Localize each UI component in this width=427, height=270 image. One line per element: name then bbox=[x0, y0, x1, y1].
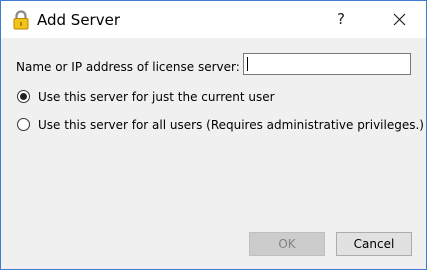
radio-button-selected[interactable] bbox=[17, 90, 30, 103]
add-server-dialog: Add Server ? Name or IP address of licen… bbox=[0, 0, 427, 270]
radio-all-users-label: Use this server for all users (Requires … bbox=[38, 118, 424, 132]
radio-current-user-label: Use this server for just the current use… bbox=[38, 90, 275, 104]
server-address-input[interactable] bbox=[243, 53, 411, 75]
close-icon bbox=[393, 13, 406, 26]
cancel-button[interactable]: Cancel bbox=[336, 232, 412, 256]
radio-button-unselected[interactable] bbox=[17, 118, 30, 131]
radio-dot bbox=[20, 93, 27, 100]
title-bar[interactable]: Add Server ? bbox=[1, 1, 426, 38]
help-button[interactable]: ? bbox=[318, 1, 364, 38]
ok-button[interactable]: OK bbox=[249, 232, 325, 256]
text-caret bbox=[247, 57, 248, 71]
dialog-body: Name or IP address of license server: Us… bbox=[1, 38, 426, 269]
dialog-title: Add Server bbox=[37, 11, 120, 29]
server-field-label: Name or IP address of license server: bbox=[16, 60, 240, 74]
lock-icon bbox=[12, 10, 30, 30]
close-button[interactable] bbox=[377, 1, 423, 38]
